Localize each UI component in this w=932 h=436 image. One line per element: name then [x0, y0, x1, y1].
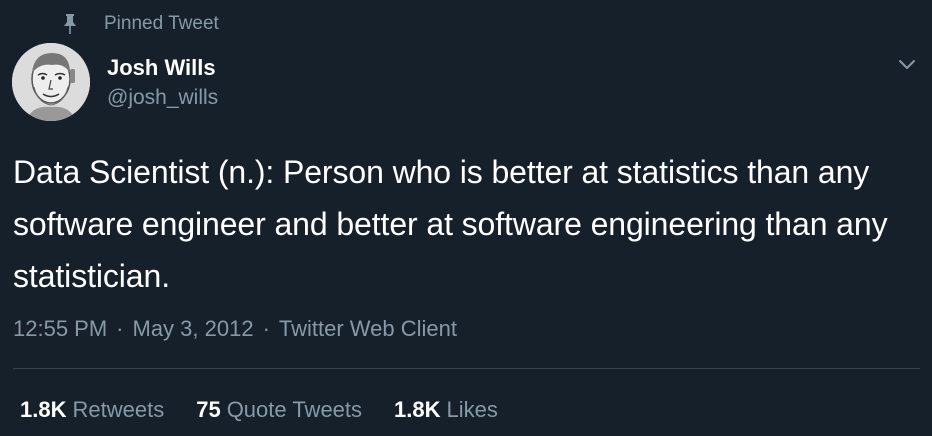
- retweets-count: 1.8K: [20, 397, 67, 422]
- meta-separator: ·: [116, 316, 124, 341]
- tweet-text: Data Scientist (n.): Person who is bette…: [13, 154, 888, 294]
- quote-tweets-count: 75: [196, 397, 221, 422]
- pinned-tweet-header: Pinned Tweet: [62, 12, 219, 36]
- tweet-time[interactable]: 12:55 PM: [13, 316, 107, 342]
- author-handle[interactable]: @josh_wills: [107, 85, 218, 111]
- likes-count: 1.8K: [394, 397, 441, 422]
- chevron-down-icon[interactable]: [894, 52, 920, 78]
- tweet-source[interactable]: Twitter Web Client: [279, 316, 457, 342]
- author-name[interactable]: Josh Wills: [107, 55, 216, 81]
- likes-stat[interactable]: 1.8K Likes: [394, 397, 498, 423]
- tweet-metadata: 12:55 PM · May 3, 2012 · Twitter Web Cli…: [13, 314, 457, 344]
- likes-label: Likes: [446, 397, 498, 422]
- retweets-stat[interactable]: 1.8K Retweets: [20, 397, 164, 423]
- quote-tweets-stat[interactable]: 75 Quote Tweets: [196, 397, 362, 423]
- divider: [13, 368, 920, 369]
- pin-icon: [62, 13, 78, 35]
- meta-separator: ·: [262, 316, 270, 341]
- retweets-label: Retweets: [72, 397, 165, 422]
- tweet-date[interactable]: May 3, 2012: [133, 316, 254, 342]
- pinned-label: Pinned Tweet: [104, 13, 219, 34]
- engagement-stats: 1.8K Retweets 75 Quote Tweets 1.8K Likes: [20, 396, 530, 424]
- avatar[interactable]: [12, 43, 90, 121]
- quote-tweets-label: Quote Tweets: [226, 397, 363, 422]
